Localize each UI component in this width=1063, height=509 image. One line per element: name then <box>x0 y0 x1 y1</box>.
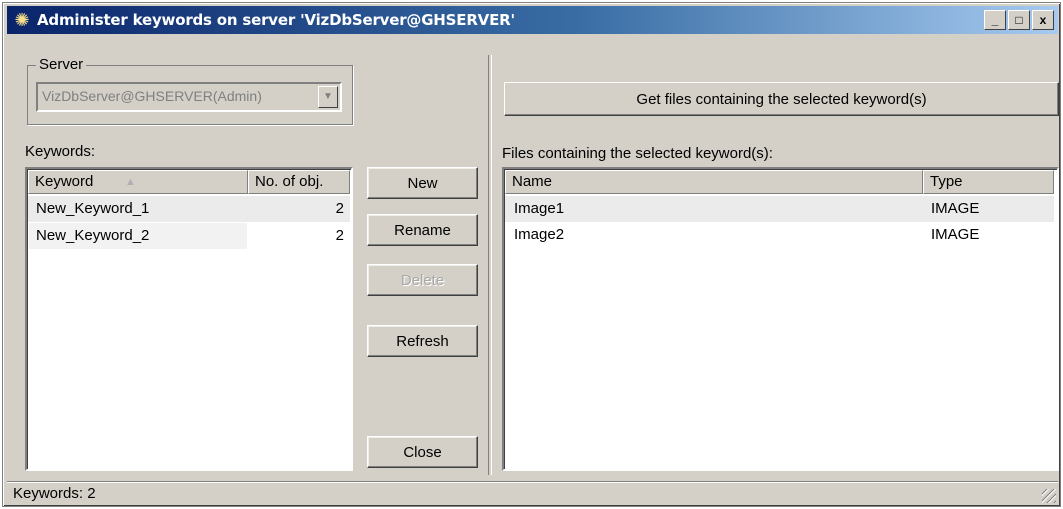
column-header-keyword-label: Keyword <box>35 173 94 190</box>
keywords-list-header: Keyword ▲ No. of obj. <box>28 170 350 194</box>
panel-splitter[interactable] <box>488 55 492 475</box>
file-row[interactable]: Image1 IMAGE <box>505 196 1054 222</box>
keywords-list[interactable]: Keyword ▲ No. of obj. New_Keyword_1 2 Ne… <box>25 167 353 471</box>
keywords-label: Keywords: <box>25 143 96 160</box>
column-header-count[interactable]: No. of obj. <box>248 170 350 194</box>
status-text: Keywords: 2 <box>13 485 96 502</box>
close-window-button[interactable]: x <box>1032 10 1054 30</box>
window-controls: _ □ x <box>984 10 1054 30</box>
column-header-type[interactable]: Type <box>923 170 1054 194</box>
keyword-name: New_Keyword_2 <box>36 227 150 244</box>
server-select-value: VizDbServer@GHSERVER(Admin) <box>42 88 262 104</box>
server-select[interactable]: VizDbServer@GHSERVER(Admin) ▼ <box>36 82 342 112</box>
rename-button[interactable]: Rename <box>367 214 478 246</box>
files-list-header: Name Type <box>505 170 1054 194</box>
get-files-button[interactable]: Get files containing the selected keywor… <box>504 82 1059 116</box>
keyword-count: 2 <box>335 200 344 217</box>
close-button[interactable]: Close <box>367 436 478 468</box>
maximize-button[interactable]: □ <box>1008 10 1030 30</box>
new-button[interactable]: New <box>367 167 478 199</box>
files-label: Files containing the selected keyword(s)… <box>502 145 773 162</box>
chevron-down-icon[interactable]: ▼ <box>318 86 338 108</box>
keyword-row[interactable]: New_Keyword_1 2 <box>28 196 350 222</box>
title-bar[interactable]: ✺ Administer keywords on server 'VizDbSe… <box>7 6 1058 34</box>
keywords-dialog: ✺ Administer keywords on server 'VizDbSe… <box>2 2 1061 507</box>
delete-button[interactable]: Delete <box>367 264 478 296</box>
file-row[interactable]: Image2 IMAGE <box>505 222 1054 248</box>
column-header-name[interactable]: Name <box>505 170 923 194</box>
server-group-label: Server <box>36 56 87 73</box>
server-groupbox: Server VizDbServer@GHSERVER(Admin) ▼ <box>27 56 353 125</box>
gear-icon: ✺ <box>14 10 30 30</box>
sort-ascending-icon: ▲ <box>125 176 136 188</box>
minimize-button[interactable]: _ <box>984 10 1006 30</box>
status-bar: Keywords: 2 <box>7 481 1058 505</box>
file-type: IMAGE <box>931 200 980 217</box>
file-name: Image2 <box>514 226 565 243</box>
window-title: Administer keywords on server 'VizDbServ… <box>37 11 515 29</box>
keyword-name: New_Keyword_1 <box>36 200 150 217</box>
keyword-count: 2 <box>335 227 344 244</box>
resize-grip-icon[interactable] <box>1042 489 1056 503</box>
file-type: IMAGE <box>931 226 980 243</box>
refresh-button[interactable]: Refresh <box>367 325 478 357</box>
column-header-keyword[interactable]: Keyword ▲ <box>28 170 248 194</box>
files-list[interactable]: Name Type Image1 IMAGE Image2 IMAGE <box>502 167 1059 471</box>
keyword-row[interactable]: New_Keyword_2 2 <box>28 223 350 249</box>
file-name: Image1 <box>514 200 565 217</box>
